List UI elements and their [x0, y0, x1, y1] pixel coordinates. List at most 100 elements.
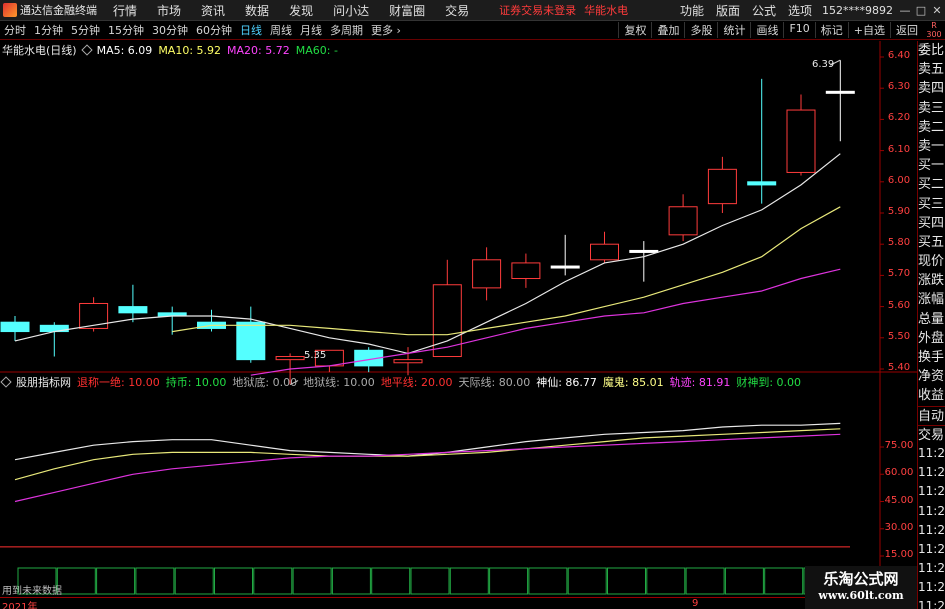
- candle-body: [236, 321, 266, 361]
- candlestick: [707, 156, 737, 213]
- candle-body: [786, 109, 816, 173]
- side-item: 买四: [918, 215, 945, 231]
- side-item: 买一: [918, 158, 945, 174]
- candlestick: [0, 315, 30, 341]
- watermark-url: www.60lt.com: [818, 589, 904, 602]
- candlestick: [432, 259, 462, 358]
- signal-bar: [56, 567, 96, 595]
- signal-bar: [567, 567, 607, 595]
- side-item: 委比: [918, 43, 945, 58]
- side-item: 卖一: [918, 138, 945, 154]
- high-price-annotation: 6.39: [812, 59, 835, 70]
- side-item: 卖二: [918, 119, 945, 135]
- candlestick: [472, 247, 502, 301]
- candlestick: [39, 322, 69, 357]
- candlestick: [511, 253, 541, 288]
- signal-bar: [724, 567, 764, 595]
- future-data-warning: 用到未来数据: [2, 586, 62, 597]
- side-item: 换手: [918, 350, 945, 365]
- price-tick-label: 5.50: [887, 330, 911, 342]
- signal-bar: [646, 567, 686, 595]
- candle-body: [590, 243, 619, 261]
- watermark-title: 乐淘公式网: [823, 570, 899, 588]
- date-year: 2021年: [2, 602, 38, 609]
- price-tick-label: 5.40: [887, 362, 911, 373]
- candle-body: [0, 321, 30, 333]
- signal-bar: [96, 567, 136, 595]
- side-item: 买五: [918, 234, 945, 250]
- side-item: 总量: [918, 311, 945, 327]
- candle-body: [275, 356, 305, 361]
- trade-time: 11:29: [918, 445, 945, 460]
- signal-bar: [174, 567, 214, 595]
- signal-bar: [528, 567, 568, 595]
- price-tick-label: 6.20: [887, 112, 911, 124]
- price-tick-label: 6.00: [887, 174, 911, 186]
- price-tick-label: 6.30: [887, 81, 911, 93]
- candle-body: [118, 306, 148, 314]
- side-item: 涨跌: [918, 273, 945, 289]
- trade-time: 11:29: [918, 561, 945, 576]
- side-tab[interactable]: 自动: [918, 405, 945, 425]
- indicator-tick-label: 75.00: [884, 440, 914, 451]
- indicator-magenta-line: [14, 433, 841, 503]
- candlestick: [786, 94, 816, 176]
- signal-bar: [214, 567, 253, 595]
- ma10-line: [172, 206, 841, 336]
- trade-time: 11:29: [918, 522, 945, 537]
- side-item: 卖四: [918, 81, 945, 97]
- date-axis: [0, 597, 880, 609]
- signal-bar: [410, 567, 450, 595]
- candle-body: [472, 259, 502, 289]
- signal-bar: [292, 567, 332, 595]
- candle-body: [550, 265, 580, 269]
- signal-bar: [764, 567, 804, 595]
- candlestick: [236, 306, 266, 363]
- side-item: 收益: [918, 388, 945, 404]
- price-tick-label: 6.10: [887, 143, 911, 155]
- side-item: 净资: [918, 369, 945, 385]
- trade-time: 11:29: [918, 503, 945, 518]
- date-month: 9: [692, 598, 699, 609]
- candlestick: [550, 234, 580, 276]
- low-marker-line: [289, 380, 299, 386]
- signal-bar: [449, 567, 489, 595]
- indicator-tick-label: 30.00: [884, 521, 914, 533]
- candlestick: [629, 241, 659, 282]
- candlestick: [825, 60, 855, 142]
- quote-side-panel: 委比 卖五 卖四 卖三 卖二 卖一 买一 买二 买三 买四 买五 现价 涨跌 涨幅 总量 外盘 换手 净资 收益 自动…: [917, 41, 945, 609]
- side-item: 涨幅: [918, 292, 945, 308]
- price-tick-label: 5.60: [887, 299, 911, 311]
- candlestick: [668, 194, 698, 242]
- indicator-tick-label: 45.00: [884, 494, 914, 506]
- trade-time: 11:29: [918, 599, 945, 609]
- candle-body: [747, 181, 777, 186]
- trade-time: 11:29: [918, 484, 945, 499]
- side-item: 卖五: [918, 62, 945, 78]
- signal-bar: [607, 567, 646, 595]
- chart-canvas[interactable]: [0, 0, 945, 609]
- trade-time: 11:29: [918, 580, 945, 595]
- candle-body: [629, 249, 659, 253]
- candlestick: [118, 284, 148, 323]
- side-item: 现价: [918, 254, 945, 270]
- side-item: 卖三: [918, 100, 945, 116]
- indicator-tick-label: 60.00: [884, 467, 914, 479]
- trade-time: 11:29: [918, 465, 945, 480]
- candle-body: [825, 90, 855, 94]
- side-item: 买三: [918, 196, 945, 212]
- trade-time: 11:29: [918, 541, 945, 556]
- signal-bar: [685, 567, 725, 595]
- side-tab[interactable]: 交易: [918, 424, 945, 444]
- price-tick-label: 6.40: [887, 50, 911, 61]
- candlestick: [590, 231, 619, 263]
- signal-bar: [253, 567, 293, 595]
- signal-bar: [135, 567, 175, 595]
- candle-body: [668, 206, 698, 236]
- price-tick-label: 5.90: [887, 206, 911, 217]
- candle-body: [393, 359, 423, 364]
- signal-bar: [331, 567, 371, 595]
- signal-bar: [371, 567, 411, 595]
- candle-body: [432, 284, 462, 358]
- indicator-tick-label: 15.00: [884, 549, 914, 560]
